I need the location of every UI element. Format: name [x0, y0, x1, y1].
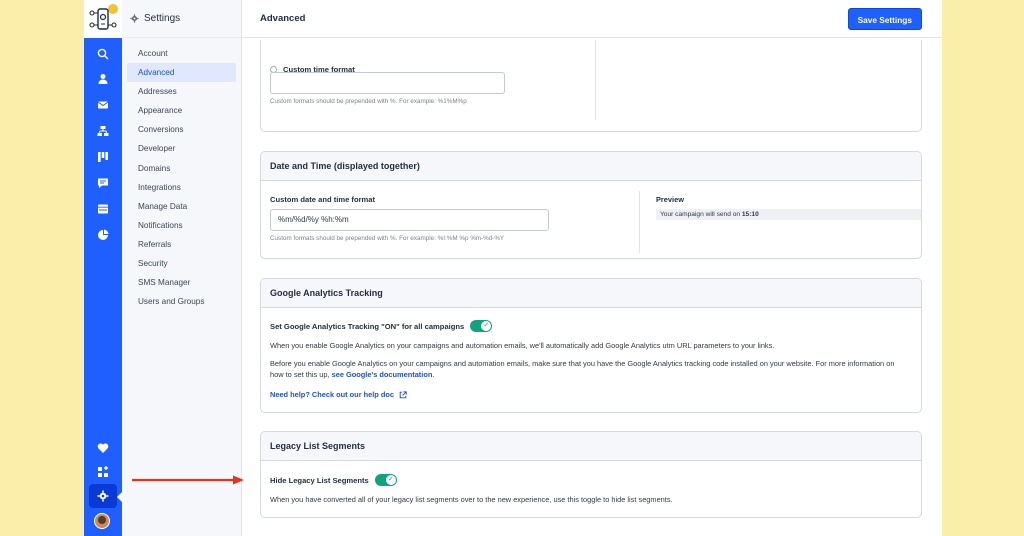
subnav-list: Account Advanced Addresses Appearance Co…: [122, 44, 241, 311]
google-analytics-card: Google Analytics Tracking Set Google Ana…: [260, 278, 922, 413]
sidebar-item-integrations[interactable]: Integrations: [127, 178, 236, 197]
contacts-icon[interactable]: [84, 68, 122, 90]
preview-value: Your campaign will send on 15:10: [656, 209, 921, 220]
ga-description: When you enable Google Analytics on your…: [270, 341, 775, 350]
sidebar-item-notifications[interactable]: Notifications: [127, 216, 236, 235]
settings-icon[interactable]: [89, 484, 117, 508]
app-window: Settings Account Advanced Addresses Appe…: [84, 0, 942, 536]
datetime-format-hint: Custom formats should be prepended with …: [270, 235, 505, 242]
page-header: Advanced Save Settings: [242, 0, 942, 38]
card-title: Legacy List Segments: [261, 432, 921, 461]
sidebar-item-conversions[interactable]: Conversions: [127, 120, 236, 139]
sidebar-item-manage-data[interactable]: Manage Data: [127, 197, 236, 216]
hide-legacy-row: Hide Legacy List Segments ✓: [270, 474, 397, 486]
time-format-hint: Custom formats should be prepended with …: [270, 98, 467, 105]
sidebar-item-advanced[interactable]: Advanced: [127, 63, 236, 83]
help-doc-link[interactable]: Need help? Check out our help doc: [270, 389, 407, 400]
reports-icon[interactable]: [84, 224, 122, 246]
heart-icon[interactable]: [84, 437, 122, 459]
time-format-card: Custom time format Custom formats should…: [260, 40, 922, 132]
google-docs-link[interactable]: see Google's documentation: [332, 370, 433, 379]
card-divider: [639, 191, 640, 253]
sidebar-item-users-and-groups[interactable]: Users and Groups: [127, 292, 236, 311]
page-title: Advanced: [260, 13, 306, 24]
check-icon: ✓: [387, 476, 394, 483]
search-icon[interactable]: [84, 43, 122, 65]
annotation-arrow: [132, 475, 244, 485]
sidebar-item-appearance[interactable]: Appearance: [127, 101, 236, 120]
website-icon[interactable]: [84, 198, 122, 220]
sidebar-item-account[interactable]: Account: [127, 44, 236, 63]
custom-datetime-format-label: Custom date and time format: [270, 195, 376, 204]
card-title: Date and Time (displayed together): [261, 152, 921, 181]
ga-tracking-toggle[interactable]: ✓: [470, 320, 493, 332]
legacy-list-segments-card: Legacy List Segments Hide Legacy List Se…: [260, 431, 922, 518]
sidebar-item-addresses[interactable]: Addresses: [127, 82, 236, 101]
hide-legacy-toggle[interactable]: ✓: [374, 474, 397, 486]
ga-tracking-row: Set Google Analytics Tracking "ON" for a…: [270, 320, 493, 332]
avatar[interactable]: [94, 513, 110, 529]
ga-instructions-end: .: [432, 370, 435, 379]
ga-instructions: Before you enable Google Analytics on yo…: [270, 358, 910, 380]
brand-logo: [84, 0, 122, 38]
hide-legacy-label: Hide Legacy List Segments: [270, 475, 369, 485]
sidebar-item-security[interactable]: Security: [127, 254, 236, 273]
subnav-header: Settings: [122, 0, 241, 38]
card-divider: [595, 40, 596, 120]
icon-rail: [84, 0, 122, 536]
conversations-icon[interactable]: [84, 172, 122, 194]
preview-time: 15:10: [741, 211, 759, 218]
custom-datetime-format-input[interactable]: %m/%d/%y %h:%m: [270, 209, 549, 231]
gear-icon: [130, 14, 139, 23]
preview-label: Preview: [656, 195, 684, 204]
save-settings-button[interactable]: Save Settings: [847, 7, 922, 30]
check-icon: ✓: [483, 322, 490, 329]
legacy-description: When you have converted all of your lega…: [270, 495, 673, 504]
date-time-card: Date and Time (displayed together) Custo…: [260, 151, 922, 259]
settings-subnav: Settings Account Advanced Addresses Appe…: [122, 0, 242, 536]
subnav-title: Settings: [144, 13, 181, 24]
apps-icon[interactable]: [84, 461, 122, 483]
email-icon[interactable]: [84, 94, 122, 116]
sidebar-item-developer[interactable]: Developer: [127, 139, 236, 158]
help-doc-label: Need help? Check out our help doc: [270, 390, 395, 399]
automations-icon[interactable]: [84, 120, 122, 142]
preview-prefix: Your campaign will send on: [660, 211, 742, 218]
logo-icon: [89, 4, 118, 30]
custom-time-format-input[interactable]: [270, 72, 505, 94]
sidebar-item-sms-manager[interactable]: SMS Manager: [127, 273, 236, 292]
pipelines-icon[interactable]: [84, 146, 122, 168]
card-title: Google Analytics Tracking: [261, 279, 921, 308]
sidebar-item-domains[interactable]: Domains: [127, 159, 236, 178]
ga-tracking-label: Set Google Analytics Tracking "ON" for a…: [270, 321, 465, 331]
external-link-icon: [399, 390, 407, 398]
sidebar-item-referrals[interactable]: Referrals: [127, 235, 236, 254]
